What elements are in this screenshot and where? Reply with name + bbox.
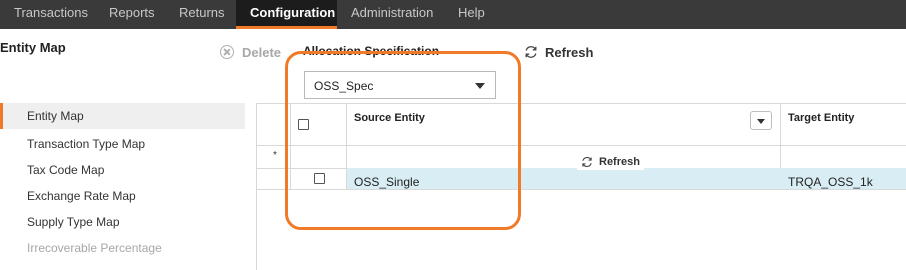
tab-transactions[interactable]: Transactions: [0, 0, 97, 29]
entity-map-grid: Source Entity Target Entity * OSS_Single…: [257, 103, 906, 270]
sidebar-item-exchange-rate-map[interactable]: Exchange Rate Map: [0, 183, 245, 209]
sidebar-item-irrecoverable-percentage[interactable]: Irrecoverable Percentage: [0, 235, 245, 261]
tab-reports[interactable]: Reports: [97, 0, 167, 29]
row-checkbox[interactable]: [314, 173, 325, 184]
delete-icon: [220, 45, 234, 59]
sidebar-item-supply-type-map[interactable]: Supply Type Map: [0, 209, 245, 235]
tab-administration[interactable]: Administration: [337, 0, 446, 29]
column-header-source-entity[interactable]: Source Entity: [354, 112, 425, 124]
allocation-specification-value: OSS_Spec: [314, 79, 374, 93]
tab-help[interactable]: Help: [446, 0, 506, 29]
row-border: [257, 189, 906, 190]
select-all-checkbox[interactable]: [298, 119, 309, 130]
source-entity-cell[interactable]: OSS_Single: [354, 175, 419, 189]
sidebar: Entity Map Transaction Type Map Tax Code…: [0, 103, 245, 270]
source-entity-column-menu-button[interactable]: [750, 111, 772, 130]
grid-refresh-button[interactable]: Refresh: [577, 154, 644, 170]
new-row-marker: *: [273, 150, 277, 161]
sidebar-item-transaction-type-map[interactable]: Transaction Type Map: [0, 131, 245, 157]
refresh-button[interactable]: Refresh: [524, 43, 593, 61]
column-divider: [290, 103, 291, 190]
refresh-icon: [525, 46, 537, 58]
chevron-down-icon: [475, 83, 485, 89]
grid-refresh-label: Refresh: [599, 156, 640, 168]
delete-label: Delete: [242, 44, 282, 60]
tab-returns[interactable]: Returns: [167, 0, 236, 29]
refresh-label: Refresh: [545, 44, 594, 60]
header-bottom-border: [257, 145, 906, 146]
refresh-icon: [582, 156, 592, 168]
sidebar-item-entity-map[interactable]: Entity Map: [0, 103, 245, 129]
tab-configuration[interactable]: Configuration: [236, 0, 337, 29]
grid-top-border: [257, 103, 906, 104]
column-header-target-entity[interactable]: Target Entity: [788, 112, 854, 124]
top-navigation: Transactions Reports Returns Configurati…: [0, 0, 906, 29]
target-entity-cell[interactable]: TRQA_OSS_1k: [788, 175, 873, 189]
delete-button[interactable]: Delete: [220, 43, 281, 61]
allocation-specification-select[interactable]: OSS_Spec: [304, 71, 496, 99]
page-title: Entity Map: [0, 40, 66, 55]
sidebar-item-tax-code-map[interactable]: Tax Code Map: [0, 157, 245, 183]
allocation-specification-label: Allocation Specification: [303, 44, 440, 58]
